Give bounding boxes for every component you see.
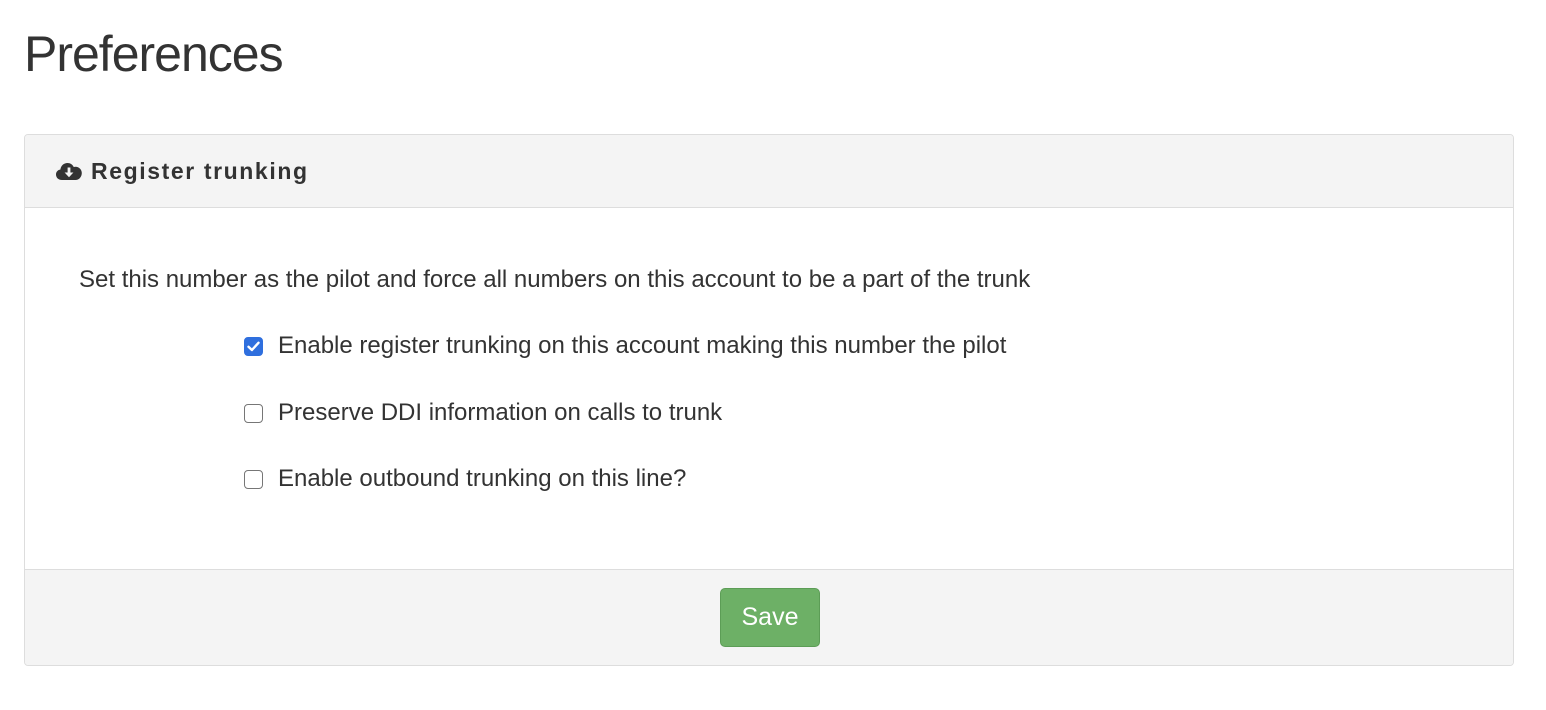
option-label: Preserve DDI information on calls to tru… [278,399,723,426]
option-enable-register-trunking[interactable]: Enable register trunking on this account… [244,332,1006,360]
preferences-page: Preferences Register trunking Set this n… [0,0,1546,710]
option-label: Enable register trunking on this account… [278,332,1007,359]
checkmark-icon [247,341,260,351]
preserve-ddi-checkbox[interactable] [244,403,263,423]
register-trunking-panel: Register trunking Set this number as the… [24,134,1514,666]
panel-heading: Register trunking [25,135,1513,208]
save-button[interactable]: Save [720,588,820,647]
register-trunking-checkbox[interactable] [244,336,263,356]
outbound-trunking-checkbox[interactable] [244,469,263,489]
cloud-download-icon [55,160,83,182]
page-title: Preferences [24,26,284,82]
description-text: Set this number as the pilot and force a… [79,266,1031,293]
panel-title: Register trunking [91,157,309,184]
panel-body: Set this number as the pilot and force a… [25,208,1513,571]
option-label: Enable outbound trunking on this line? [278,465,687,492]
panel-footer: Save [25,569,1513,665]
option-enable-outbound-trunking[interactable]: Enable outbound trunking on this line? [244,465,686,493]
option-preserve-ddi[interactable]: Preserve DDI information on calls to tru… [244,399,722,427]
